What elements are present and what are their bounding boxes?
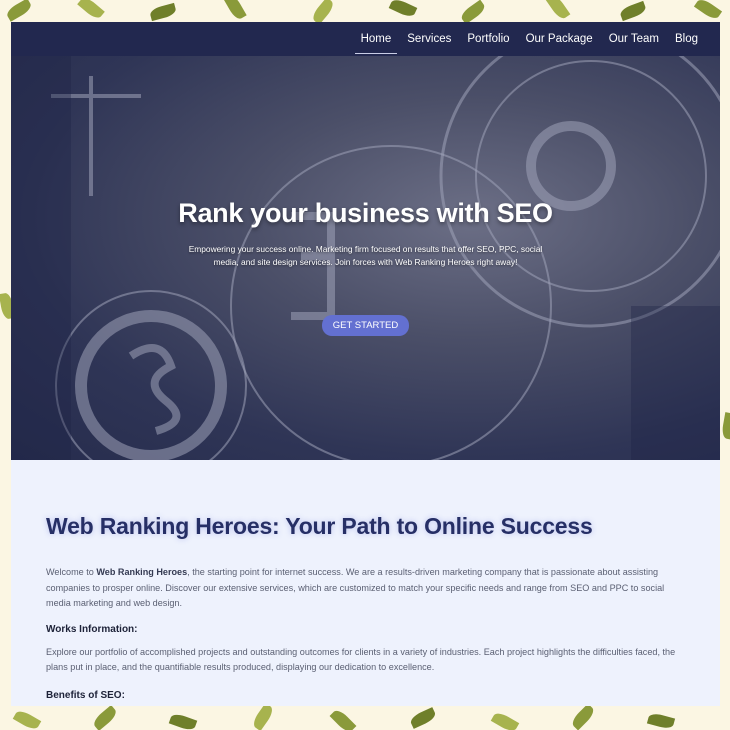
hero-content: Rank your business with SEO Empowering y… — [11, 198, 720, 336]
nav-item-our-package[interactable]: Our Package — [526, 29, 593, 49]
intro-paragraph: Welcome to Web Ranking Heroes, the start… — [46, 565, 685, 612]
brand-name: Web Ranking Heroes — [96, 567, 188, 577]
nav-item-our-team[interactable]: Our Team — [609, 29, 659, 49]
hero-subtitle: Empowering your success online. Marketin… — [188, 244, 543, 267]
works-heading: Works Information: — [46, 623, 138, 635]
intro-prefix: Welcome to — [46, 567, 97, 577]
nav-item-blog[interactable]: Blog — [675, 29, 698, 49]
nav-item-services[interactable]: Services — [407, 29, 451, 49]
intro-section: Web Ranking Heroes: Your Path to Online … — [11, 513, 720, 701]
nav-item-portfolio[interactable]: Portfolio — [467, 29, 509, 49]
get-started-button[interactable]: GET STARTED — [321, 315, 410, 336]
works-paragraph: Explore our portfolio of accomplished pr… — [46, 646, 676, 673]
hero-title: Rank your business with SEO — [178, 198, 553, 228]
page-heading: Web Ranking Heroes: Your Path to Online … — [46, 513, 593, 539]
hero-section: Rank your business with SEO Empowering y… — [11, 56, 720, 460]
main-navigation: Home Services Portfolio Our Package Our … — [11, 22, 720, 56]
nav-item-home[interactable]: Home — [354, 29, 397, 54]
benefits-heading: Benefits of SEO: — [46, 689, 125, 701]
website-frame: Home Services Portfolio Our Package Our … — [11, 22, 720, 706]
